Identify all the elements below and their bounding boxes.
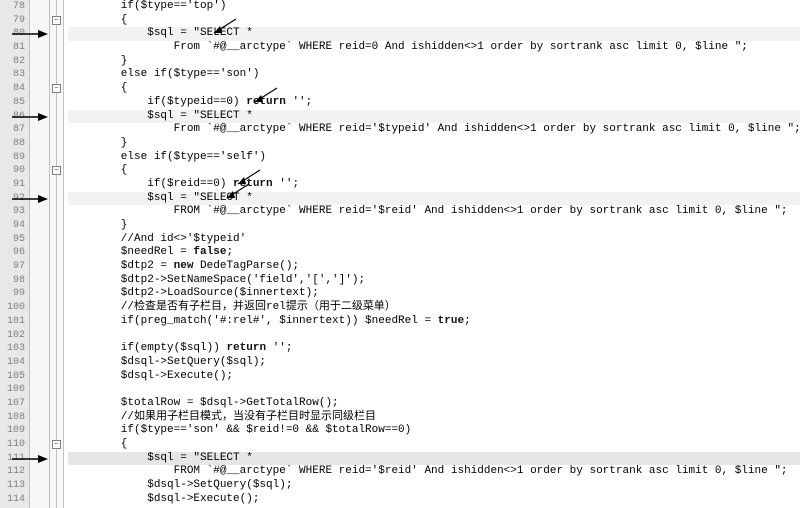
code-line[interactable]: //如果用子栏目模式，当没有子栏目时显示同级栏目 <box>68 411 800 425</box>
code-line[interactable]: FROM `#@__arctype` WHERE reid='$reid' An… <box>68 465 800 479</box>
line-number: 99 <box>0 287 25 301</box>
line-number: 89 <box>0 151 25 165</box>
line-number: 88 <box>0 137 25 151</box>
line-number: 84 <box>0 82 25 96</box>
line-number: 81 <box>0 41 25 55</box>
code-line[interactable]: if($reid==0) return ''; <box>68 178 800 192</box>
line-number: 97 <box>0 260 25 274</box>
line-number: 105 <box>0 370 25 384</box>
fold-toggle-icon[interactable]: − <box>52 16 61 25</box>
code-line[interactable]: $sql = "SELECT * <box>68 110 800 124</box>
line-number: 111 <box>0 452 25 466</box>
code-line[interactable]: $sql = "SELECT * <box>68 27 800 41</box>
line-number: 85 <box>0 96 25 110</box>
code-line[interactable]: if(empty($sql)) return ''; <box>68 342 800 356</box>
code-line[interactable]: { <box>68 438 800 452</box>
line-number: 95 <box>0 233 25 247</box>
code-line[interactable] <box>68 329 800 343</box>
marker-margin <box>30 0 50 508</box>
code-line[interactable]: if($type=='top') <box>68 0 800 14</box>
fold-toggle-icon[interactable]: − <box>52 166 61 175</box>
line-number: 87 <box>0 123 25 137</box>
code-line[interactable]: if($type=='son' && $reid!=0 && $totalRow… <box>68 424 800 438</box>
code-line[interactable]: $dtp2 = new DedeTagParse(); <box>68 260 800 274</box>
line-number: 100 <box>0 301 25 315</box>
code-editor: 7879808182838485868788899091929394959697… <box>0 0 800 508</box>
line-number: 98 <box>0 274 25 288</box>
line-number: 102 <box>0 329 25 343</box>
line-number: 110 <box>0 438 25 452</box>
code-line[interactable]: } <box>68 55 800 69</box>
code-line[interactable]: $dsql->SetQuery($sql); <box>68 356 800 370</box>
line-number: 83 <box>0 68 25 82</box>
line-number: 93 <box>0 205 25 219</box>
line-number: 112 <box>0 465 25 479</box>
code-line[interactable]: $dsql->Execute(); <box>68 493 800 507</box>
line-number: 92 <box>0 192 25 206</box>
line-number: 96 <box>0 246 25 260</box>
line-number: 82 <box>0 55 25 69</box>
line-number: 109 <box>0 424 25 438</box>
code-line[interactable]: From `#@__arctype` WHERE reid='$typeid' … <box>68 123 800 137</box>
fold-toggle-icon[interactable]: − <box>52 440 61 449</box>
code-line[interactable]: } <box>68 137 800 151</box>
code-line[interactable]: $totalRow = $dsql->GetTotalRow(); <box>68 397 800 411</box>
line-number: 108 <box>0 411 25 425</box>
line-number: 113 <box>0 479 25 493</box>
line-number: 107 <box>0 397 25 411</box>
line-number: 101 <box>0 315 25 329</box>
code-line[interactable]: if($typeid==0) return ''; <box>68 96 800 110</box>
code-line[interactable]: $sql = "SELECT * <box>68 452 800 466</box>
line-number: 91 <box>0 178 25 192</box>
line-number: 104 <box>0 356 25 370</box>
line-number: 106 <box>0 383 25 397</box>
line-number: 80 <box>0 27 25 41</box>
code-area[interactable]: if($type=='top') { $sql = "SELECT * From… <box>64 0 800 508</box>
code-line[interactable]: } <box>68 219 800 233</box>
code-line[interactable]: $dsql->Execute(); <box>68 370 800 384</box>
line-number: 78 <box>0 0 25 14</box>
fold-toggle-icon[interactable]: − <box>52 84 61 93</box>
code-line[interactable]: $dtp2->LoadSource($innertext); <box>68 287 800 301</box>
fold-column: − − − − <box>50 0 64 508</box>
line-number: 86 <box>0 110 25 124</box>
line-number-gutter: 7879808182838485868788899091929394959697… <box>0 0 30 508</box>
code-line[interactable]: //And id<>'$typeid' <box>68 233 800 247</box>
code-line[interactable]: { <box>68 82 800 96</box>
line-number: 114 <box>0 493 25 507</box>
code-line[interactable]: $dsql->SetQuery($sql); <box>68 479 800 493</box>
line-number: 79 <box>0 14 25 28</box>
code-line[interactable]: From `#@__arctype` WHERE reid=0 And ishi… <box>68 41 800 55</box>
code-line[interactable]: if(preg_match('#:rel#', $innertext)) $ne… <box>68 315 800 329</box>
code-line[interactable]: $needRel = false; <box>68 246 800 260</box>
code-line[interactable]: else if($type=='self') <box>68 151 800 165</box>
code-line[interactable]: FROM `#@__arctype` WHERE reid='$reid' An… <box>68 205 800 219</box>
line-number: 103 <box>0 342 25 356</box>
code-line[interactable]: else if($type=='son') <box>68 68 800 82</box>
code-line[interactable]: { <box>68 14 800 28</box>
line-number: 94 <box>0 219 25 233</box>
code-line[interactable]: { <box>68 164 800 178</box>
code-line[interactable]: //检查是否有子栏目，并返回rel提示（用于二级菜单） <box>68 301 800 315</box>
code-line[interactable]: $dtp2->SetNameSpace('field','[',']'); <box>68 274 800 288</box>
code-line[interactable] <box>68 383 800 397</box>
line-number: 90 <box>0 164 25 178</box>
code-line[interactable]: $sql = "SELECT * <box>68 192 800 206</box>
